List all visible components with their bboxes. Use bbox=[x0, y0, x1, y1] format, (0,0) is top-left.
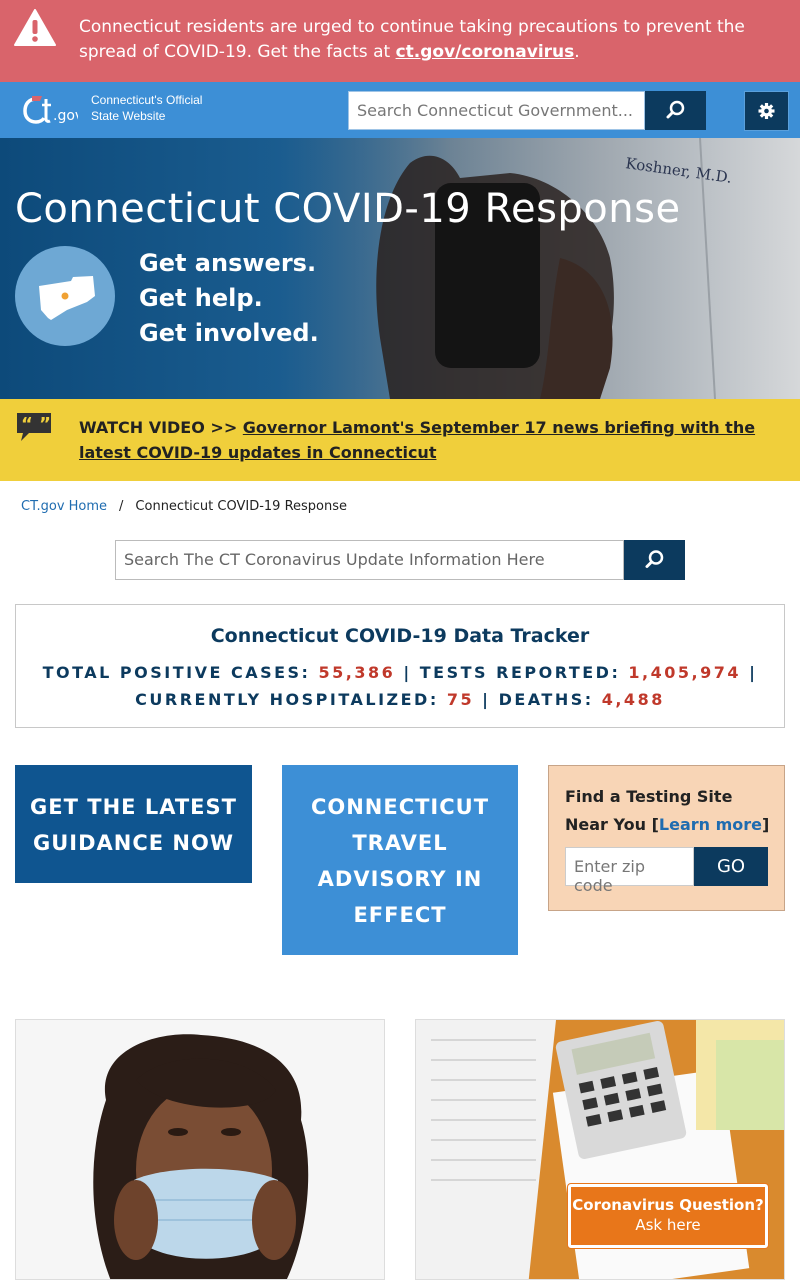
learn-more-link[interactable]: Learn more bbox=[659, 815, 762, 834]
hero-map-badge bbox=[15, 246, 115, 346]
tracker-title: Connecticut COVID-19 Data Tracker bbox=[210, 625, 590, 647]
hospitalized-value: 75 bbox=[446, 690, 475, 709]
header-search-button[interactable] bbox=[645, 91, 706, 130]
woman-mask-photo[interactable] bbox=[15, 1019, 385, 1280]
testing-site-finder: Find a Testing Site Near You [Learn more… bbox=[548, 765, 785, 911]
breadcrumb: CT.gov Home / Connecticut COVID-19 Respons… bbox=[21, 499, 347, 514]
covid-search-button[interactable] bbox=[624, 540, 685, 580]
warning-icon bbox=[14, 9, 56, 46]
coronavirus-question-chat-button[interactable]: Coronavirus Question? Ask here bbox=[568, 1184, 768, 1248]
video-banner: “ ” WATCH VIDEO >> Governor Lamont's Sep… bbox=[0, 399, 800, 481]
hero-title: Connecticut COVID-19 Response bbox=[15, 186, 681, 232]
tracker-stats: TOTAL POSITIVE CASES: 55,386 | TESTS REP… bbox=[42, 663, 758, 709]
deaths-value: 4,488 bbox=[601, 690, 665, 709]
zip-code-input[interactable]: Enter zip code bbox=[565, 847, 694, 895]
quote-icon: “ ” bbox=[17, 413, 51, 441]
travel-advisory-button[interactable]: CONNECTICUT TRAVEL ADVISORY IN EFFECT bbox=[282, 765, 518, 955]
connecticut-map-icon bbox=[39, 276, 95, 320]
covid-search-input[interactable]: Search The CT Coronavirus Update Informa… bbox=[115, 540, 624, 580]
alert-banner: Connecticut residents are urged to conti… bbox=[0, 0, 800, 82]
ct-gov-logo[interactable]: .gov bbox=[22, 91, 78, 127]
alert-text: Connecticut residents are urged to conti… bbox=[79, 17, 745, 62]
hero-banner: Koshner, M.D. Connecticut COVID-19 Respo… bbox=[0, 138, 800, 399]
svg-text:.gov: .gov bbox=[53, 108, 78, 124]
tests-value: 1,405,974 bbox=[628, 663, 742, 682]
breadcrumb-current: Connecticut COVID-19 Response bbox=[135, 499, 348, 514]
data-tracker: Connecticut COVID-19 Data Tracker TOTAL … bbox=[15, 604, 785, 728]
site-tagline: Connecticut's Official State Website bbox=[91, 93, 203, 123]
coronavirus-link[interactable]: ct.gov/coronavirus bbox=[396, 42, 575, 62]
svg-text:“ ”: “ ” bbox=[21, 414, 51, 435]
breadcrumb-home-link[interactable]: CT.gov Home bbox=[21, 499, 107, 514]
woman-mask-illustration bbox=[16, 1020, 384, 1279]
settings-button[interactable] bbox=[744, 91, 789, 131]
site-header: .gov Connecticut's Official State Websit… bbox=[0, 82, 800, 138]
hero-tagline: Get answers. Get help. Get involved. bbox=[139, 249, 319, 347]
chat-subtitle: Ask here bbox=[635, 1216, 701, 1234]
testing-site-title: Find a Testing Site Near You [Learn more… bbox=[565, 787, 770, 834]
video-banner-text: WATCH VIDEO >> Governor Lamont's Septemb… bbox=[79, 418, 756, 462]
chat-title: Coronavirus Question? bbox=[572, 1196, 764, 1214]
search-icon bbox=[645, 550, 664, 568]
guidance-button[interactable]: GET THE LATEST GUIDANCE NOW bbox=[15, 765, 252, 883]
breadcrumb-separator: / bbox=[119, 499, 124, 514]
header-search-input[interactable]: Search Connecticut Government... bbox=[348, 91, 645, 130]
go-button[interactable]: GO bbox=[694, 847, 768, 886]
cases-value: 55,386 bbox=[318, 663, 396, 682]
search-icon bbox=[666, 100, 685, 119]
gear-icon bbox=[758, 103, 775, 119]
doctor-phone-photo: Koshner, M.D. bbox=[260, 138, 800, 399]
